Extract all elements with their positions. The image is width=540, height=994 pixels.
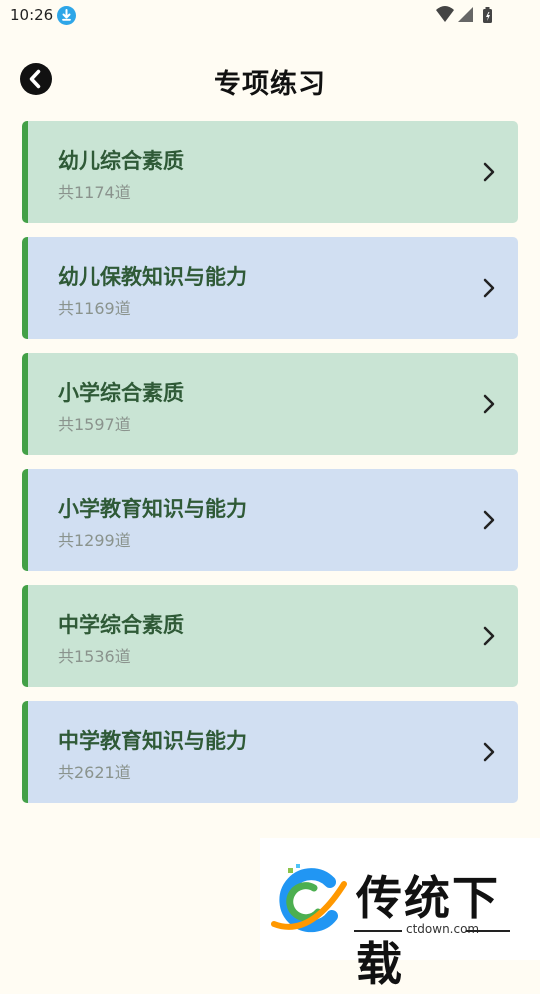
practice-item-zhongxue-zonghe[interactable]: 中学综合素质 共1536道 [22,585,518,687]
download-notification-icon [57,6,76,25]
practice-item-title: 小学综合素质 [58,381,184,405]
practice-item-youer-zonghe[interactable]: 幼儿综合素质 共1174道 [22,121,518,223]
practice-list: 幼儿综合素质 共1174道 幼儿保教知识与能力 共1169道 小学综合素质 共1… [22,121,518,817]
practice-item-count: 共1169道 [58,299,131,318]
practice-item-xiaoxue-jiaoyu[interactable]: 小学教育知识与能力 共1299道 [22,469,518,571]
practice-item-count: 共2621道 [58,763,131,782]
practice-item-count: 共1174道 [58,183,131,202]
chevron-right-icon [482,393,496,415]
watermark-url: ctdown.com [406,922,480,936]
practice-item-count: 共1536道 [58,647,131,666]
practice-item-title: 中学综合素质 [58,613,184,637]
practice-item-count: 共1299道 [58,531,131,550]
practice-item-youer-baojiao[interactable]: 幼儿保教知识与能力 共1169道 [22,237,518,339]
chevron-right-icon [482,509,496,531]
status-bar: 10:26 [0,0,540,32]
chevron-right-icon [482,625,496,647]
page-title: 专项练习 [214,69,326,100]
status-icons [436,6,506,30]
practice-item-title: 幼儿保教知识与能力 [58,265,247,289]
ctdown-logo-icon [271,864,347,933]
practice-item-title: 小学教育知识与能力 [58,497,247,521]
practice-item-xiaoxue-zonghe[interactable]: 小学综合素质 共1597道 [22,353,518,455]
watermark: 传统下载 ctdown.com [260,838,540,991]
practice-item-title: 中学教育知识与能力 [58,729,247,753]
watermark-divider [354,930,402,932]
header: 专项练习 [0,56,540,104]
practice-item-title: 幼儿综合素质 [58,149,184,173]
wifi-icon [436,6,454,22]
battery-icon [483,7,492,23]
chevron-right-icon [482,277,496,299]
watermark-divider [466,930,510,932]
signal-icon [458,7,473,22]
status-time: 10:26 [10,6,54,24]
practice-item-count: 共1597道 [58,415,131,434]
chevron-right-icon [482,741,496,763]
practice-item-zhongxue-jiaoyu[interactable]: 中学教育知识与能力 共2621道 [22,701,518,803]
chevron-right-icon [482,161,496,183]
